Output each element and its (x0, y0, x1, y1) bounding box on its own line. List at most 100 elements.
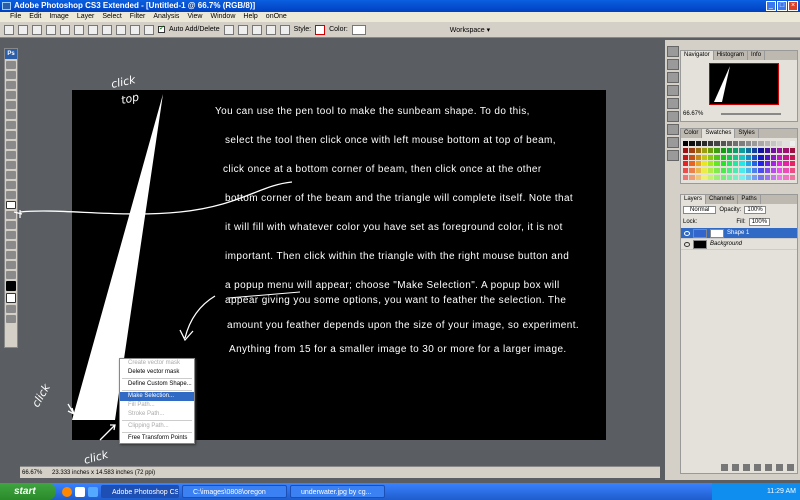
swatch[interactable] (764, 161, 770, 167)
link-layers-icon[interactable] (721, 464, 728, 471)
swatch[interactable] (770, 168, 777, 174)
swatch[interactable] (720, 154, 726, 160)
tab-info[interactable]: Info (748, 51, 766, 60)
swatch[interactable] (752, 154, 758, 160)
layer-row-shape1[interactable]: Shape 1 (681, 228, 797, 239)
swatch[interactable] (752, 147, 758, 153)
panel-icon-4[interactable] (667, 85, 679, 96)
swatch[interactable] (745, 141, 752, 146)
swatch[interactable] (701, 168, 708, 174)
blend-mode-select[interactable]: Normal (683, 206, 717, 214)
swatch[interactable] (695, 168, 701, 174)
zoom-readout[interactable]: 66.67% (22, 470, 42, 476)
swatch[interactable] (770, 147, 777, 153)
swatch[interactable] (752, 168, 758, 174)
swatch[interactable] (689, 161, 695, 167)
new-layer-icon[interactable] (776, 464, 783, 471)
swatch[interactable] (701, 161, 708, 167)
tab-styles[interactable]: Styles (735, 129, 759, 138)
swatch[interactable] (770, 175, 777, 181)
swatch[interactable] (752, 141, 758, 146)
firefox-icon[interactable] (62, 486, 72, 497)
task-image-viewer[interactable]: underwater.jpg by cg... (290, 485, 385, 498)
swatch[interactable] (720, 147, 726, 153)
swatch[interactable] (789, 161, 795, 167)
tab-channels[interactable]: Channels (706, 195, 739, 204)
swatch[interactable] (695, 175, 701, 181)
swatch[interactable] (726, 175, 733, 181)
swatch[interactable] (789, 175, 795, 181)
trash-icon[interactable] (787, 464, 794, 471)
tab-paths[interactable]: Paths (738, 195, 761, 204)
swatch[interactable] (689, 175, 695, 181)
swatch[interactable] (726, 147, 733, 153)
swatch[interactable] (708, 147, 714, 153)
swatch[interactable] (689, 154, 695, 160)
adjustment-layer-icon[interactable] (754, 464, 761, 471)
swatch[interactable] (708, 168, 714, 174)
panel-icon-8[interactable] (667, 137, 679, 148)
swatch[interactable] (720, 175, 726, 181)
swatch[interactable] (770, 154, 777, 160)
swatch[interactable] (683, 161, 689, 167)
swatch[interactable] (733, 147, 739, 153)
panel-icon-3[interactable] (667, 72, 679, 83)
swatch[interactable] (745, 147, 752, 153)
swatch[interactable] (708, 161, 714, 167)
swatch[interactable] (745, 168, 752, 174)
swatch[interactable] (720, 141, 726, 146)
navigator-thumbnail[interactable] (709, 63, 779, 105)
opacity-input[interactable]: 100% (744, 206, 766, 214)
swatch[interactable] (777, 175, 783, 181)
swatch[interactable] (777, 168, 783, 174)
swatch[interactable] (789, 147, 795, 153)
swatch[interactable] (701, 141, 708, 146)
swatch[interactable] (733, 168, 739, 174)
swatch[interactable] (708, 175, 714, 181)
quicklaunch-icon[interactable] (88, 486, 98, 497)
swatch[interactable] (758, 154, 764, 160)
swatch[interactable] (733, 161, 739, 167)
swatch[interactable] (739, 141, 745, 146)
swatch[interactable] (764, 141, 770, 146)
swatch[interactable] (733, 175, 739, 181)
swatch[interactable] (739, 154, 745, 160)
swatch[interactable] (758, 175, 764, 181)
swatch[interactable] (758, 161, 764, 167)
swatch[interactable] (752, 161, 758, 167)
swatch[interactable] (714, 147, 720, 153)
tab-histogram[interactable]: Histogram (714, 51, 749, 60)
swatch[interactable] (770, 161, 777, 167)
swatch[interactable] (695, 161, 701, 167)
swatch[interactable] (758, 168, 764, 174)
swatch[interactable] (683, 154, 689, 160)
swatch[interactable] (758, 141, 764, 146)
swatch[interactable] (733, 141, 739, 146)
swatch[interactable] (708, 154, 714, 160)
tab-swatches[interactable]: Swatches (702, 129, 736, 138)
swatch[interactable] (683, 168, 689, 174)
swatch[interactable] (777, 154, 783, 160)
swatch[interactable] (783, 141, 789, 146)
panel-icon-6[interactable] (667, 111, 679, 122)
swatch[interactable] (714, 141, 720, 146)
panel-icon-1[interactable] (667, 46, 679, 57)
fill-input[interactable]: 100% (748, 218, 771, 226)
swatch[interactable] (745, 154, 752, 160)
swatch[interactable] (695, 154, 701, 160)
swatch[interactable] (789, 141, 795, 146)
swatch[interactable] (745, 175, 752, 181)
swatch[interactable] (683, 175, 689, 181)
new-group-icon[interactable] (765, 464, 772, 471)
swatch[interactable] (714, 175, 720, 181)
swatch[interactable] (689, 147, 695, 153)
swatch[interactable] (683, 147, 689, 153)
swatch[interactable] (777, 161, 783, 167)
swatch[interactable] (726, 168, 733, 174)
menu-free-transform-points[interactable]: Free Transform Points (120, 434, 194, 443)
swatch[interactable] (683, 141, 689, 146)
swatch[interactable] (726, 154, 733, 160)
menu-make-selection[interactable]: Make Selection... (120, 392, 194, 401)
swatch-grid[interactable] (683, 141, 795, 181)
panel-icon-2[interactable] (667, 59, 679, 70)
